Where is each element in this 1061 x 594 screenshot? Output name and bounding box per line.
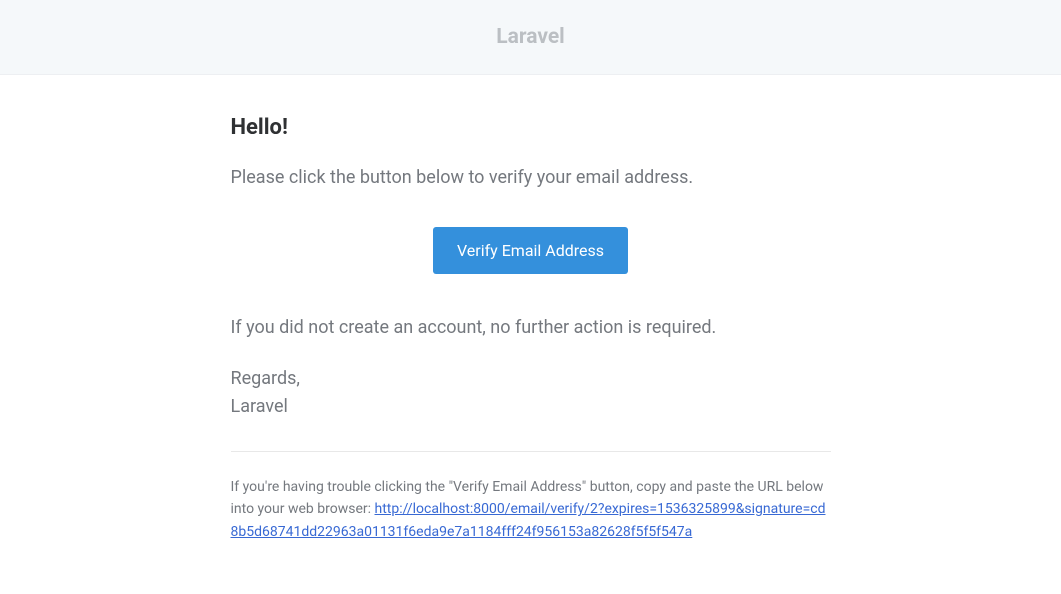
signoff-label: Regards, (231, 365, 831, 393)
verify-email-button[interactable]: Verify Email Address (433, 227, 628, 274)
sender-name: Laravel (231, 393, 831, 421)
divider-line (231, 451, 831, 452)
email-body: Hello! Please click the button below to … (0, 75, 1061, 543)
email-header: Laravel (0, 0, 1061, 75)
button-container: Verify Email Address (231, 227, 831, 274)
intro-text: Please click the button below to verify … (231, 164, 831, 191)
app-title: Laravel (0, 25, 1061, 49)
greeting-text: Hello! (231, 115, 831, 140)
subcopy-text: If you're having trouble clicking the "V… (231, 476, 831, 543)
email-content: Hello! Please click the button below to … (216, 115, 846, 543)
outro-text: If you did not create an account, no fur… (231, 314, 831, 341)
